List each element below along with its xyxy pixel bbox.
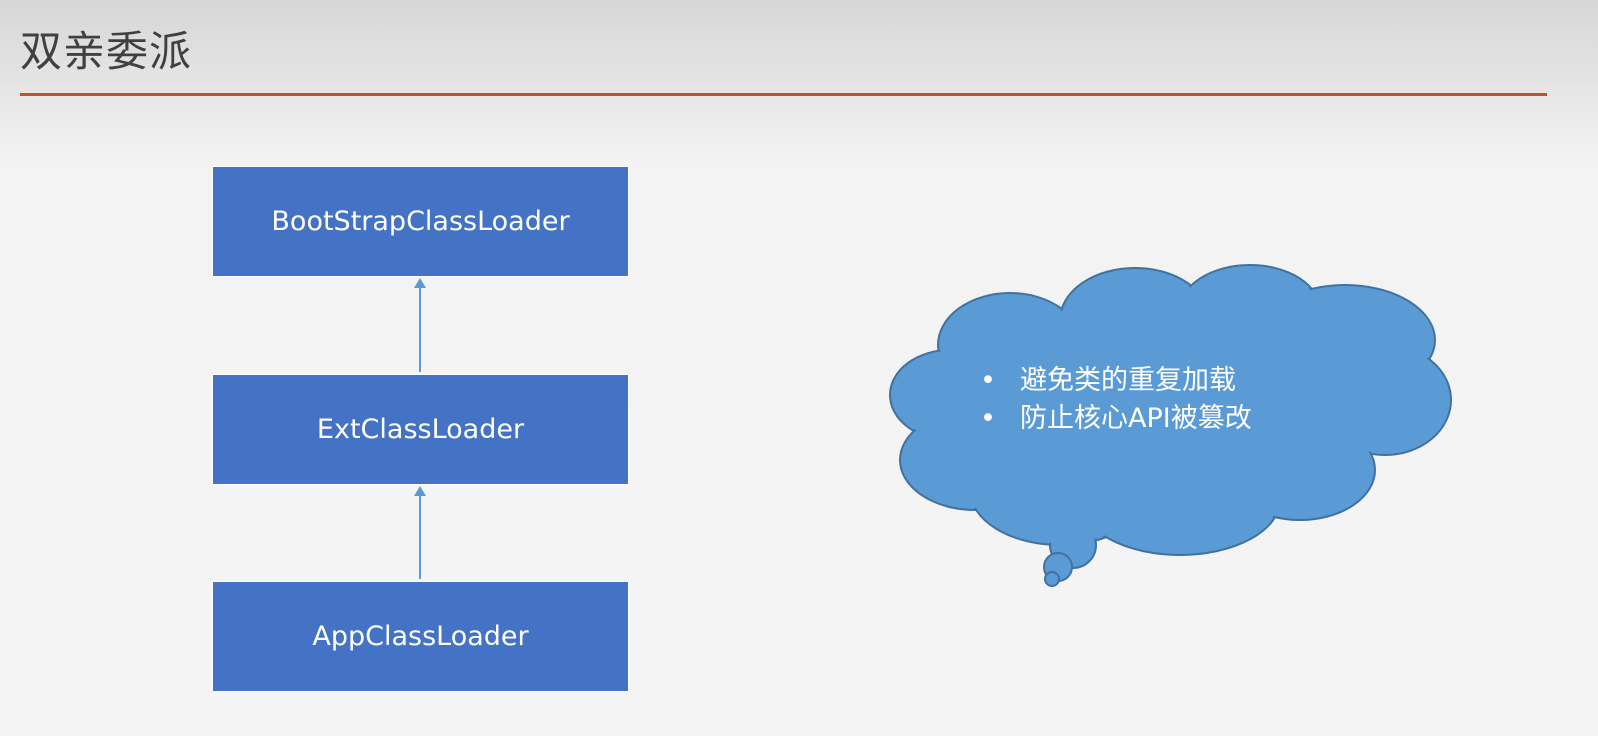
bullet-item: • 避免类的重复加载 bbox=[980, 362, 1252, 400]
bullet-dot-icon: • bbox=[980, 403, 996, 434]
thought-cloud bbox=[889, 264, 1452, 587]
bullet-text: 防止核心API被篡改 bbox=[1020, 403, 1252, 434]
bullet-dot-icon: • bbox=[980, 365, 996, 396]
bullet-item: • 防止核心API被篡改 bbox=[980, 400, 1252, 438]
callout-bullet-list: • 避免类的重复加载 • 防止核心API被篡改 bbox=[980, 362, 1252, 438]
bullet-text: 避免类的重复加载 bbox=[1020, 365, 1236, 396]
